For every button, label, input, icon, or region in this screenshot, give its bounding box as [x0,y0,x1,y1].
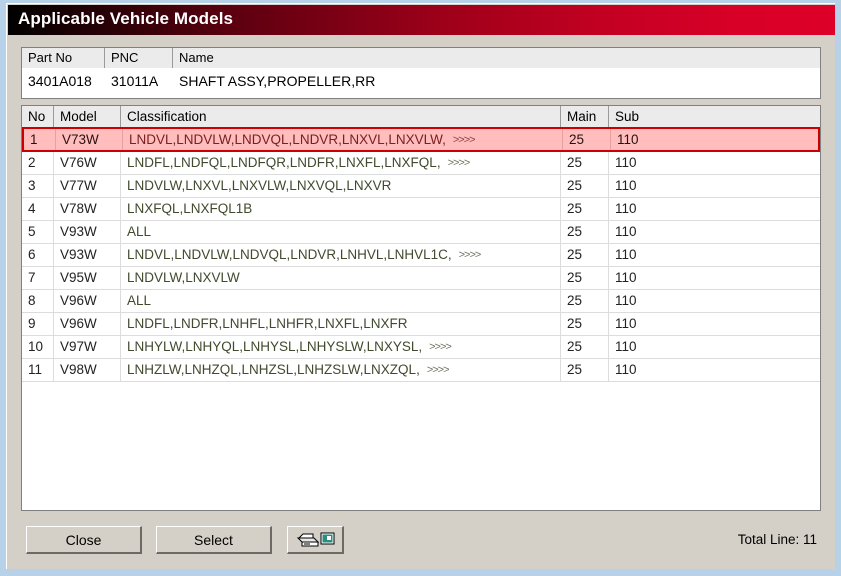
cell-classification: LNDVL,LNDVLW,LNDVQL,LNDVR,LNHVL,LNHVL1C,… [121,244,561,266]
grid-header-no[interactable]: No [22,106,54,128]
cell-model: V98W [54,359,121,381]
cell-sub: 110 [615,247,637,262]
cell-main: 25 [561,359,609,381]
window-client-area: Applicable Vehicle Models Part No PNC Na… [6,3,835,569]
cell-sub: 110 [615,293,637,308]
table-row[interactable]: 5 V93W ALL 25 110 [22,221,820,244]
cell-sub: 110 [615,201,637,216]
cell-model: V73W [56,129,123,150]
cell-main: 25 [563,129,611,150]
cell-main: 25 [561,267,609,289]
cell-model: V96W [54,290,121,312]
grid-header-model[interactable]: Model [54,106,121,128]
cell-main: 25 [561,290,609,312]
cell-classification: LNDFL,LNDFR,LNHFL,LNHFR,LNXFL,LNXFR [121,313,561,335]
cell-no: 2 [22,152,54,174]
grid-header-main[interactable]: Main [561,106,609,128]
table-row[interactable]: 7 V95W LNDVLW,LNXVLW 25 110 [22,267,820,290]
cell-model: V78W [54,198,121,220]
cell-sub: 110 [617,132,639,147]
cell-main: 25 [561,221,609,243]
close-button[interactable]: Close [26,526,142,554]
grid-header-sub[interactable]: Sub [609,106,820,128]
grid-header-classification[interactable]: Classification [121,106,561,128]
cell-main: 25 [561,313,609,335]
more-indicator: >>>> [426,364,450,376]
select-button[interactable]: Select [156,526,272,554]
cell-model: V95W [54,267,121,289]
cell-classification: LNDFL,LNDFQL,LNDFQR,LNDFR,LNXFL,LNXFQL, >… [121,152,561,174]
cell-classification: ALL [121,221,561,243]
cell-classification: ALL [121,290,561,312]
cell-no: 4 [22,198,54,220]
part-info-value-name: SHAFT ASSY,PROPELLER,RR [179,73,376,89]
cell-no: 3 [22,175,54,197]
cell-main: 25 [561,198,609,220]
cell-classification: LNDVLW,LNXVL,LNXVLW,LNXVQL,LNXVR [121,175,561,197]
cell-classification: LNHZLW,LNHZQL,LNHZSL,LNHZSLW,LNXZQL, >>>> [121,359,561,381]
grid-header-row: No Model Classification Main Sub [22,106,820,128]
cell-model: V93W [54,221,121,243]
cell-classification: LNDVL,LNDVLW,LNDVQL,LNDVR,LNXVL,LNXVLW, >… [123,129,563,150]
cell-no: 8 [22,290,54,312]
table-row[interactable]: 9 V96W LNDFL,LNDFR,LNHFL,LNHFR,LNXFL,LNXFR… [22,313,820,336]
part-info-header-pnc: PNC [105,48,173,68]
applicable-vehicle-models-window: Applicable Vehicle Models Part No PNC Na… [0,0,841,576]
print-button[interactable] [287,526,344,554]
table-row[interactable]: 8 V96W ALL 25 110 [22,290,820,313]
cell-no: 6 [22,244,54,266]
cell-main: 25 [561,336,609,358]
cell-model: V96W [54,313,121,335]
table-row[interactable]: 1 V73W LNDVL,LNDVLW,LNDVQL,LNDVR,LNXVL,LNX… [22,127,820,152]
cell-model: V93W [54,244,121,266]
cell-sub: 110 [615,362,637,377]
cell-sub: 110 [615,224,637,239]
cell-classification: LNHYLW,LNHYQL,LNHYSL,LNHYSLW,LNXYSL, >>>> [121,336,561,358]
cell-main: 25 [561,152,609,174]
part-info-header-row: Part No PNC Name [22,48,820,68]
table-row[interactable]: 6 V93W LNDVL,LNDVLW,LNDVQL,LNDVR,LNHVL,LNH… [22,244,820,267]
cell-no: 5 [22,221,54,243]
cell-no: 1 [24,129,56,150]
more-indicator: >>>> [458,249,482,261]
total-line-label: Total Line: 11 [737,532,817,547]
vehicle-models-grid: No Model Classification Main Sub 1 V73W LN… [21,105,821,511]
part-info-header-part-no: Part No [22,48,105,68]
grid-body: 1 V73W LNDVL,LNDVLW,LNDVQL,LNDVR,LNXVL,LNX… [22,127,820,510]
cell-classification: LNXFQL,LNXFQL1B [121,198,561,220]
cell-model: V76W [54,152,121,174]
cell-main: 25 [561,175,609,197]
more-indicator: >>>> [452,134,476,146]
table-row[interactable]: 3 V77W LNDVLW,LNXVL,LNXVLW,LNXVQL,LNXVR 25 1… [22,175,820,198]
more-indicator: >>>> [447,157,471,169]
table-row[interactable]: 11 V98W LNHZLW,LNHZQL,LNHZSL,LNHZSLW,LNXZQ… [22,359,820,382]
printer-icon [296,531,336,549]
cell-no: 10 [22,336,54,358]
title-bar: Applicable Vehicle Models [8,5,835,35]
part-info-value-pnc: 31011A [111,73,159,89]
cell-model: V77W [54,175,121,197]
table-row[interactable]: 2 V76W LNDFL,LNDFQL,LNDFQR,LNDFR,LNXFL,LNX… [22,152,820,175]
cell-sub: 110 [615,270,637,285]
cell-sub: 110 [615,178,637,193]
cell-sub: 110 [615,155,637,170]
footer-bar: Close Select Total Line: 11 [8,515,835,567]
cell-model: V97W [54,336,121,358]
cell-sub: 110 [615,316,637,331]
cell-sub: 110 [615,339,637,354]
part-info-value-part-no: 3401A018 [28,73,92,89]
cell-no: 9 [22,313,54,335]
cell-classification: LNDVLW,LNXVLW [121,267,561,289]
cell-no: 11 [22,359,54,381]
part-info-panel: Part No PNC Name 3401A018 31011A SHAFT A… [21,47,821,99]
table-row[interactable]: 4 V78W LNXFQL,LNXFQL1B 25 110 [22,198,820,221]
part-info-header-name: Name [173,48,820,68]
window-title: Applicable Vehicle Models [18,9,234,28]
cell-main: 25 [561,244,609,266]
more-indicator: >>>> [429,341,452,353]
cell-no: 7 [22,267,54,289]
table-row[interactable]: 10 V97W LNHYLW,LNHYQL,LNHYSL,LNHYSLW,LNXYS… [22,336,820,359]
